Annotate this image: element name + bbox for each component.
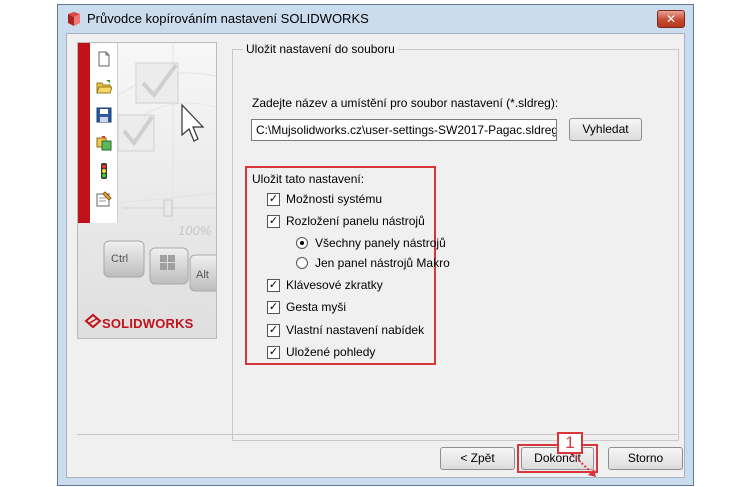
traffic-light-icon <box>101 163 107 179</box>
keycap-ctrl: Ctrl <box>111 253 129 265</box>
callout-arrow-icon <box>569 452 596 477</box>
save-disk-icon <box>96 107 112 123</box>
radio-all-toolbars[interactable] <box>296 237 308 249</box>
close-button[interactable]: ✕ <box>657 10 685 28</box>
option-label: Jen panel nástrojů Makro <box>315 256 450 270</box>
option-label: Možnosti systému <box>286 192 383 206</box>
title-bar[interactable]: Průvodce kopírováním nastavení SOLIDWORK… <box>58 5 693 33</box>
close-icon: ✕ <box>665 12 677 26</box>
option-label: Gesta myši <box>286 300 347 314</box>
radio-macro-toolbar-only[interactable] <box>296 257 308 269</box>
save-these-settings-label: Uložit tato nastavení: <box>252 172 365 186</box>
cancel-button[interactable]: Storno <box>608 447 683 470</box>
back-button[interactable]: < Zpět <box>440 447 515 470</box>
solidworks-app-icon <box>68 12 80 26</box>
groupbox-title: Uložit nastavení do souboru <box>243 42 398 56</box>
window-title: Průvodce kopírováním nastavení SOLIDWORK… <box>87 11 369 26</box>
wizard-side-image: Ctrl Alt 100% SOLIDWORKS <box>77 42 217 339</box>
toolbar-icon-strip <box>90 43 118 223</box>
edit-properties-icon <box>96 191 112 207</box>
option-label: Rozložení panelu nástrojů <box>286 214 425 228</box>
option-label: Klávesové zkratky <box>286 278 383 292</box>
open-folder-icon <box>96 80 112 94</box>
checkbox-keyboard-shortcuts[interactable]: ✓ <box>267 279 280 292</box>
wizard-client-area: Ctrl Alt 100% SOLIDWORKS Uložit nastaven… <box>66 33 685 478</box>
filename-prompt: Zadejte název a umístění pro soubor nast… <box>252 96 559 110</box>
checkbox-custom-menus[interactable]: ✓ <box>267 324 280 337</box>
option-label: Všechny panely nástrojů <box>315 236 446 250</box>
option-label: Vlastní nastavení nabídek <box>286 323 425 337</box>
copy-settings-icon <box>96 136 112 151</box>
percent-label: 100% <box>178 223 212 238</box>
footer-separator <box>77 434 677 435</box>
checkbox-toolbar-layout[interactable]: ✓ <box>267 215 280 228</box>
option-label: Uložené pohledy <box>286 345 376 359</box>
checkbox-system-options[interactable]: ✓ <box>267 193 280 206</box>
checkbox-saved-views[interactable]: ✓ <box>267 346 280 359</box>
keycap-alt: Alt <box>196 269 209 281</box>
browse-button[interactable]: Vyhledat <box>569 118 642 141</box>
checkbox-mouse-gestures[interactable]: ✓ <box>267 301 280 314</box>
wizard-window: Průvodce kopírováním nastavení SOLIDWORK… <box>57 4 694 486</box>
settings-file-path-input[interactable]: C:\Mujsolidworks.cz\user-settings-SW2017… <box>251 119 557 141</box>
solidworks-logo: SOLIDWORKS <box>102 316 194 331</box>
callout-number-badge: 1 <box>557 432 583 454</box>
new-document-icon <box>98 51 110 67</box>
brand-red-bar <box>78 43 90 223</box>
